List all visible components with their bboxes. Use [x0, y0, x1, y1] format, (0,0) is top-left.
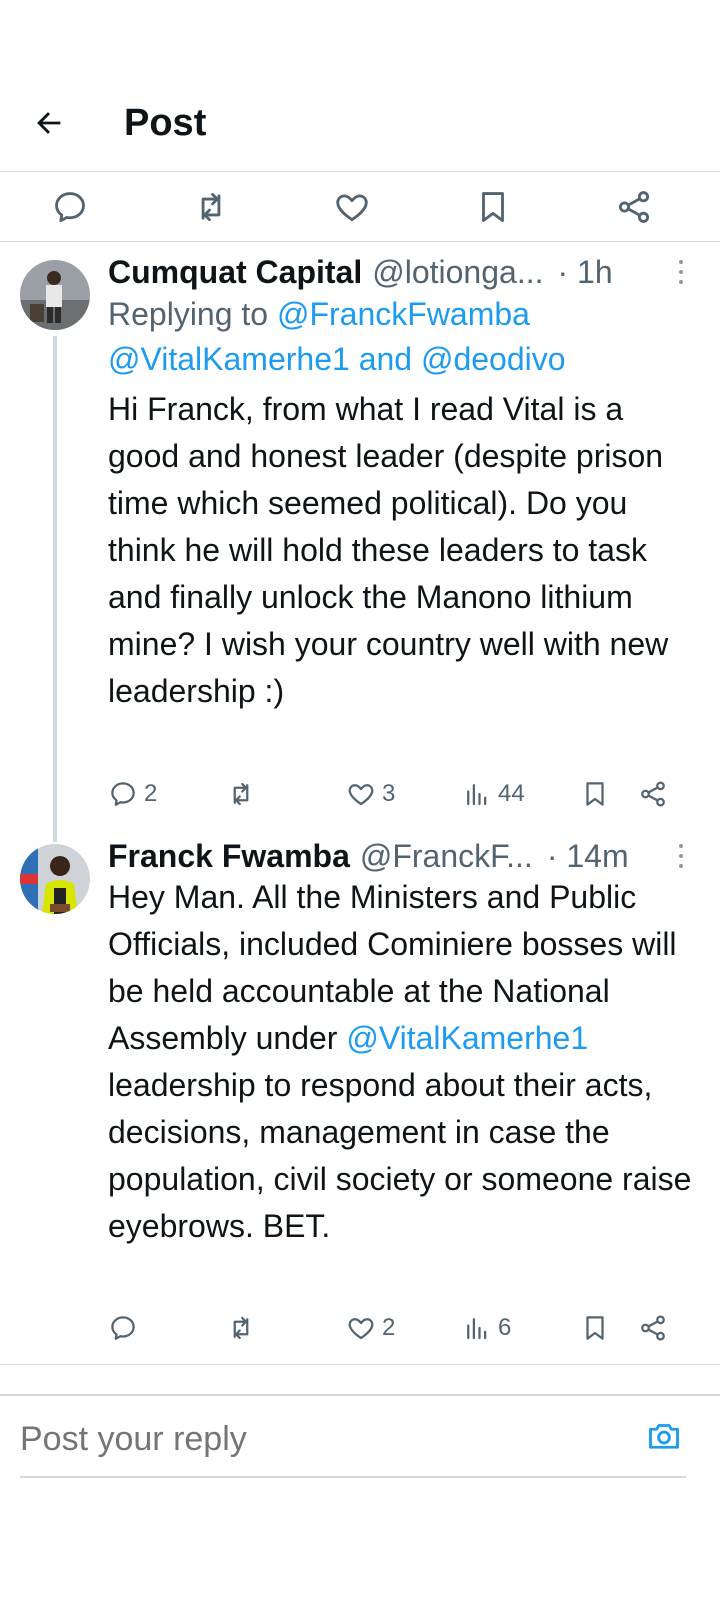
share-icon — [618, 191, 650, 223]
tweet-text: Hi Franck, from what I read Vital is a g… — [108, 391, 669, 709]
display-name[interactable]: Franck Fwamba — [108, 838, 350, 875]
mention-link[interactable]: @deodivo — [421, 341, 566, 377]
heart-icon — [348, 784, 374, 806]
avatar-photo — [20, 844, 90, 914]
like-count: 3 — [382, 780, 396, 807]
timestamp: · 1h — [557, 253, 613, 290]
repost-icon — [233, 1316, 249, 1340]
camera-button[interactable] — [644, 1416, 684, 1456]
reply-composer — [0, 1394, 720, 1484]
bookmark-icon — [482, 192, 504, 222]
like-button[interactable] — [329, 184, 375, 230]
reply-count: 2 — [144, 780, 158, 807]
replying-to-label: Replying to — [108, 296, 277, 332]
repost-button[interactable] — [226, 1306, 256, 1350]
analytics-icon — [467, 784, 487, 806]
views-button[interactable]: 6 — [462, 1306, 511, 1350]
display-name[interactable]: Cumquat Capital — [108, 254, 362, 291]
tweet-meta: Cumquat Capital @lotionga... · 1h — [108, 252, 700, 292]
share-button[interactable] — [611, 184, 657, 230]
back-button[interactable] — [26, 100, 72, 146]
thread-connector-line — [53, 336, 57, 842]
bookmark-button[interactable] — [580, 1306, 610, 1350]
tweet-actions: 2 3 44 — [108, 772, 700, 816]
view-count: 6 — [498, 1314, 512, 1341]
repost-icon — [201, 192, 221, 222]
avatar[interactable] — [20, 844, 90, 914]
mention-link[interactable]: @VitalKamerhe1 — [346, 1020, 588, 1056]
avatar[interactable] — [20, 260, 90, 330]
user-handle[interactable]: @lotionga... — [372, 254, 543, 291]
replying-to-and: and — [349, 341, 421, 377]
page-title: Post — [124, 102, 207, 144]
camera-icon — [649, 1424, 679, 1449]
share-icon — [641, 1315, 665, 1341]
view-count: 44 — [498, 780, 525, 807]
reply-tweet[interactable]: Cumquat Capital @lotionga... · 1h Replyi… — [0, 244, 720, 842]
like-button[interactable]: 2 — [346, 1306, 395, 1350]
repost-button[interactable] — [226, 772, 256, 816]
reply-icon — [111, 1316, 135, 1340]
reply-icon — [55, 192, 85, 223]
timestamp: · 14m — [546, 837, 629, 874]
bookmark-icon — [586, 1316, 604, 1340]
bookmark-icon — [586, 782, 604, 806]
bookmark-button[interactable] — [470, 184, 516, 230]
more-options-icon[interactable] — [676, 844, 686, 868]
heart-icon — [336, 194, 368, 222]
share-button[interactable] — [638, 1306, 668, 1350]
user-handle[interactable]: @FranckF... — [360, 838, 533, 875]
mention-link[interactable]: @VitalKamerhe1 — [108, 341, 350, 377]
divider — [0, 1364, 720, 1365]
tweet-actions: 2 6 — [108, 1306, 700, 1350]
heart-icon — [348, 1318, 374, 1340]
like-count: 2 — [382, 1314, 396, 1341]
reply-button[interactable] — [108, 1306, 138, 1350]
mention-link[interactable]: @FranckFwamba — [277, 296, 530, 332]
replying-to: Replying to @FranckFwamba @VitalKamerhe1 … — [108, 292, 700, 382]
analytics-icon — [467, 1318, 487, 1340]
reply-icon — [111, 782, 135, 806]
views-button[interactable]: 44 — [462, 772, 525, 816]
top-app-bar: Post — [0, 0, 720, 172]
tweet-text-part: leadership to respond about their acts, … — [108, 1067, 692, 1244]
repost-button[interactable] — [188, 184, 234, 230]
reply-input-underline — [20, 1476, 686, 1478]
repost-icon — [233, 782, 249, 806]
tweet-text: Hey Man. All the Ministers and Public Of… — [108, 874, 696, 1250]
share-button[interactable] — [638, 772, 668, 816]
main-post-action-bar — [0, 172, 720, 242]
bookmark-button[interactable] — [580, 772, 610, 816]
tweet-meta: Franck Fwamba @FranckF... · 14m — [108, 836, 700, 876]
like-button[interactable]: 3 — [346, 772, 395, 816]
reply-button[interactable] — [47, 184, 93, 230]
avatar-photo — [20, 260, 90, 330]
more-options-icon[interactable] — [676, 260, 686, 284]
reply-tweet[interactable]: Franck Fwamba @FranckF... · 14m Hey Man.… — [0, 838, 720, 1364]
reply-input[interactable] — [20, 1420, 580, 1459]
reply-button[interactable]: 2 — [108, 772, 157, 816]
share-icon — [641, 781, 665, 807]
back-arrow-icon — [37, 112, 61, 134]
